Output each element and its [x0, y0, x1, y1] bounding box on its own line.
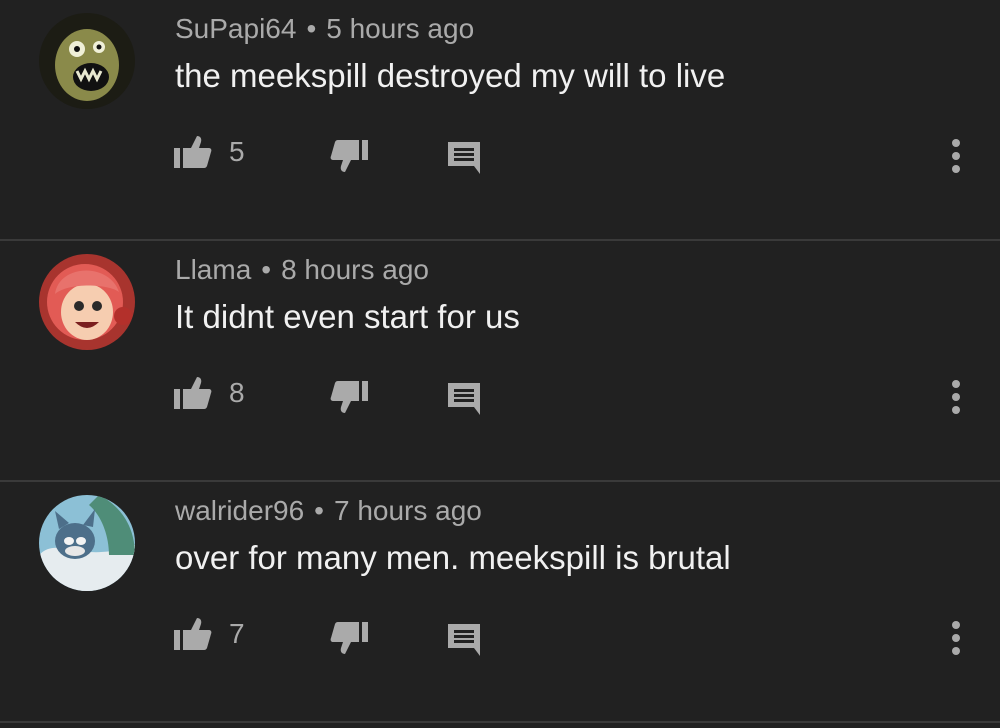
separator-dot: •: [261, 254, 272, 285]
reply-button[interactable]: [446, 140, 482, 174]
comment-meta: Llama • 8 hours ago: [175, 254, 429, 286]
comment-meta: SuPapi64 • 5 hours ago: [175, 13, 474, 45]
like-button[interactable]: 7: [174, 616, 245, 652]
like-count: 7: [229, 618, 245, 649]
comment-reply-icon: [448, 624, 480, 656]
thumbs-up-icon: [174, 136, 212, 168]
dislike-button[interactable]: [330, 138, 368, 174]
comment-item: walrider96 • 7 hours ago over for many men…: [0, 482, 1000, 723]
dislike-button[interactable]: [330, 620, 368, 656]
avatar[interactable]: [39, 13, 135, 109]
author-name[interactable]: Llama: [175, 254, 251, 285]
reply-button[interactable]: [446, 622, 482, 656]
more-options-button[interactable]: [950, 138, 962, 174]
thumbs-down-icon: [330, 622, 368, 654]
author-name[interactable]: SuPapi64: [175, 13, 296, 44]
reply-button[interactable]: [446, 381, 482, 415]
dislike-button[interactable]: [330, 379, 368, 415]
thumbs-down-icon: [330, 140, 368, 172]
comment-reply-icon: [448, 142, 480, 174]
avatar[interactable]: [39, 495, 135, 591]
like-button[interactable]: 5: [174, 134, 245, 170]
avatar[interactable]: [39, 254, 135, 350]
more-options-button[interactable]: [950, 379, 962, 415]
comment-item: Llama • 8 hours ago It didnt even start fo…: [0, 241, 1000, 482]
thumbs-up-icon: [174, 618, 212, 650]
thumbs-down-icon: [330, 381, 368, 413]
more-vertical-icon: [952, 621, 960, 655]
separator-dot: •: [306, 13, 317, 44]
separator-dot: •: [314, 495, 324, 526]
comment-text: It didnt even start for us: [175, 298, 520, 335]
comment-meta: walrider96 • 7 hours ago: [175, 495, 482, 527]
more-vertical-icon: [952, 380, 960, 414]
timestamp[interactable]: 8 hours ago: [281, 254, 429, 285]
comment-actions: 5: [0, 134, 1000, 178]
comment-text: the meekspill destroyed my will to live: [175, 57, 726, 94]
comment-actions: 7: [0, 616, 1000, 660]
more-vertical-icon: [952, 139, 960, 173]
comment-item: SuPapi64 • 5 hours ago the meekspill destr…: [0, 0, 1000, 241]
timestamp[interactable]: 5 hours ago: [326, 13, 474, 44]
comment-text: over for many men. meekspill is brutal: [175, 539, 731, 576]
comment-actions: 8: [0, 375, 1000, 419]
like-button[interactable]: 8: [174, 375, 245, 411]
author-name[interactable]: walrider96: [175, 495, 304, 526]
timestamp[interactable]: 7 hours ago: [334, 495, 482, 526]
like-count: 5: [229, 136, 245, 167]
thumbs-up-icon: [174, 377, 212, 409]
like-count: 8: [229, 377, 245, 408]
comment-reply-icon: [448, 383, 480, 415]
more-options-button[interactable]: [950, 620, 962, 656]
